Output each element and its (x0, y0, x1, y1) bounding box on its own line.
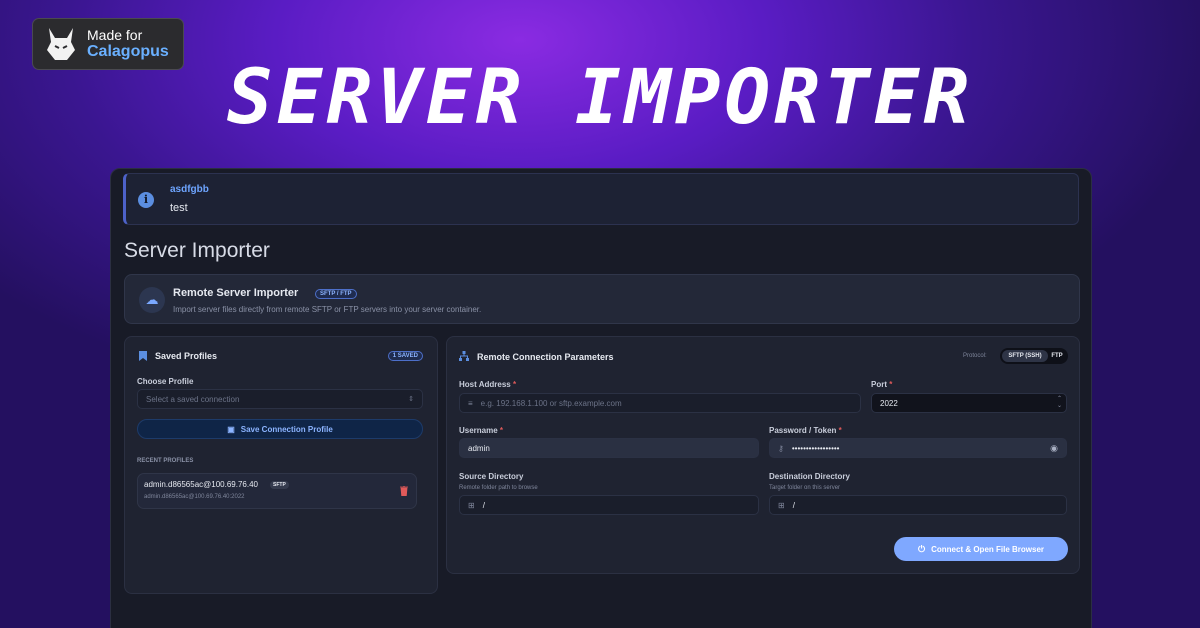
save-profile-button[interactable]: ▣ Save Connection Profile (137, 419, 423, 439)
protocol-option-ftp[interactable]: FTP (1048, 350, 1066, 362)
app-window: i asdfgbb test Server Importer ☁ Remote … (110, 168, 1092, 628)
info-alert: i asdfgbb test (123, 173, 1079, 225)
recent-profile-protocol: SFTP (270, 481, 289, 489)
connection-panel: Remote Connection Parameters Protocol: S… (446, 336, 1080, 574)
dest-label: Destination Directory (769, 472, 850, 481)
save-profile-button-label: Save Connection Profile (240, 424, 333, 434)
password-value: ••••••••••••••••• (791, 443, 840, 453)
connect-button-label: Connect & Open File Browser (931, 544, 1045, 554)
alert-title: asdfgbb (170, 184, 209, 195)
port-stepper-icon[interactable]: ⌃ ⌄ (1057, 396, 1062, 410)
port-input[interactable]: 2022 ⌃ ⌄ (871, 393, 1067, 413)
saved-profiles-panel: Saved Profiles 1 SAVED Choose Profile Se… (124, 336, 438, 594)
saved-count-badge: 1 SAVED (387, 351, 423, 361)
username-value: admin (468, 443, 490, 453)
dest-value: / (792, 500, 795, 510)
recent-profile-detail: admin.d86565ac@100.69.76.40:2022 (144, 494, 245, 500)
hero-subtitle: Import server files directly from remote… (173, 305, 482, 314)
recent-profiles-heading: RECENT PROFILES (137, 458, 194, 464)
page-title: Server Importer (124, 239, 270, 262)
badge-line1: Made for (87, 26, 143, 43)
choose-profile-label: Choose Profile (137, 377, 194, 386)
key-icon: ⚷ (778, 443, 784, 453)
host-input[interactable]: ≡ e.g. 192.168.1.100 or sftp.example.com (459, 393, 861, 413)
floppy-disk-icon: ▣ (227, 424, 235, 434)
username-label: Username * (459, 426, 504, 435)
folder-tree-icon: ⊞ (468, 500, 475, 510)
importer-hero-card: ☁ Remote Server Importer SFTP / FTP Impo… (124, 274, 1080, 324)
server-icon: ≡ (468, 398, 473, 408)
username-input[interactable]: admin (459, 438, 759, 458)
network-icon (459, 351, 469, 361)
profile-select[interactable]: Select a saved connection ⇕ (137, 389, 423, 409)
bookmark-icon (139, 351, 147, 361)
host-placeholder: e.g. 192.168.1.100 or sftp.example.com (480, 398, 622, 408)
info-icon: i (138, 192, 154, 208)
source-input[interactable]: ⊞ / (459, 495, 759, 515)
plug-icon: ⏻ (917, 543, 926, 554)
trash-icon[interactable] (400, 486, 408, 496)
folder-tree-icon: ⊞ (778, 500, 785, 510)
protocol-tag: SFTP / FTP (315, 289, 357, 299)
protocol-toggle: SFTP (SSH) FTP (1000, 348, 1068, 364)
dest-hint: Target folder on this server (769, 485, 841, 491)
dest-input[interactable]: ⊞ / (769, 495, 1067, 515)
profiles-title: Saved Profiles (155, 351, 218, 361)
select-chevron-icon: ⇕ (408, 396, 414, 403)
source-hint: Remote folder path to browse (459, 485, 538, 491)
password-input[interactable]: ⚷ ••••••••••••••••• ◉ (769, 438, 1067, 458)
cloud-download-icon: ☁ (139, 287, 165, 313)
profile-select-placeholder: Select a saved connection (146, 394, 240, 404)
protocol-label: Protocol: (963, 353, 987, 359)
recent-profile-name: admin.d86565ac@100.69.76.40 (144, 480, 258, 489)
protocol-option-sftp[interactable]: SFTP (SSH) (1002, 350, 1048, 362)
source-label: Source Directory (459, 472, 524, 481)
eye-icon[interactable]: ◉ (1050, 443, 1058, 454)
recent-profile-item[interactable]: admin.d86565ac@100.69.76.40 SFTP admin.d… (137, 473, 417, 509)
connection-title: Remote Connection Parameters (477, 352, 614, 362)
source-value: / (482, 500, 485, 510)
hero-title: Remote Server Importer (173, 287, 299, 299)
port-value: 2022 (880, 398, 898, 408)
password-label: Password / Token * (769, 426, 842, 435)
alert-message: test (170, 202, 188, 214)
headline: SERVER IMPORTER (226, 52, 974, 141)
connect-button[interactable]: ⏻ Connect & Open File Browser (894, 537, 1068, 561)
port-label: Port * (871, 380, 893, 389)
host-label: Host Address * (459, 380, 517, 389)
